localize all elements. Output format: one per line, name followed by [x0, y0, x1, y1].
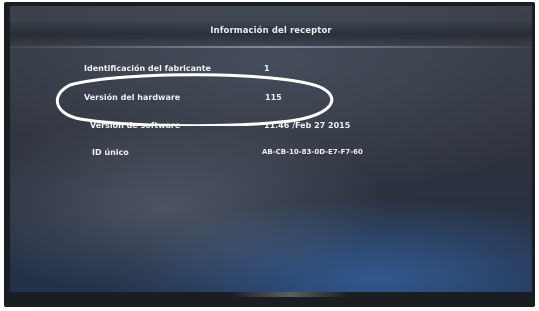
unique-id-label: ID único	[92, 148, 129, 157]
tv-screen: Información del receptor Identificación …	[10, 6, 532, 292]
tv-stand	[230, 292, 350, 297]
page-title: Información del receptor	[210, 26, 332, 36]
photo-frame: Información del receptor Identificación …	[0, 0, 539, 311]
manufacturer-id-label: Identificación del fabricante	[84, 64, 211, 73]
manufacturer-id-value: 1	[264, 64, 270, 73]
tv-bezel: Información del receptor Identificación …	[4, 2, 535, 307]
title-divider	[10, 46, 532, 48]
unique-id-value: AB-CB-10-83-0D-E7-F7-60	[262, 148, 363, 156]
highlight-ellipse-annotation	[55, 73, 334, 126]
